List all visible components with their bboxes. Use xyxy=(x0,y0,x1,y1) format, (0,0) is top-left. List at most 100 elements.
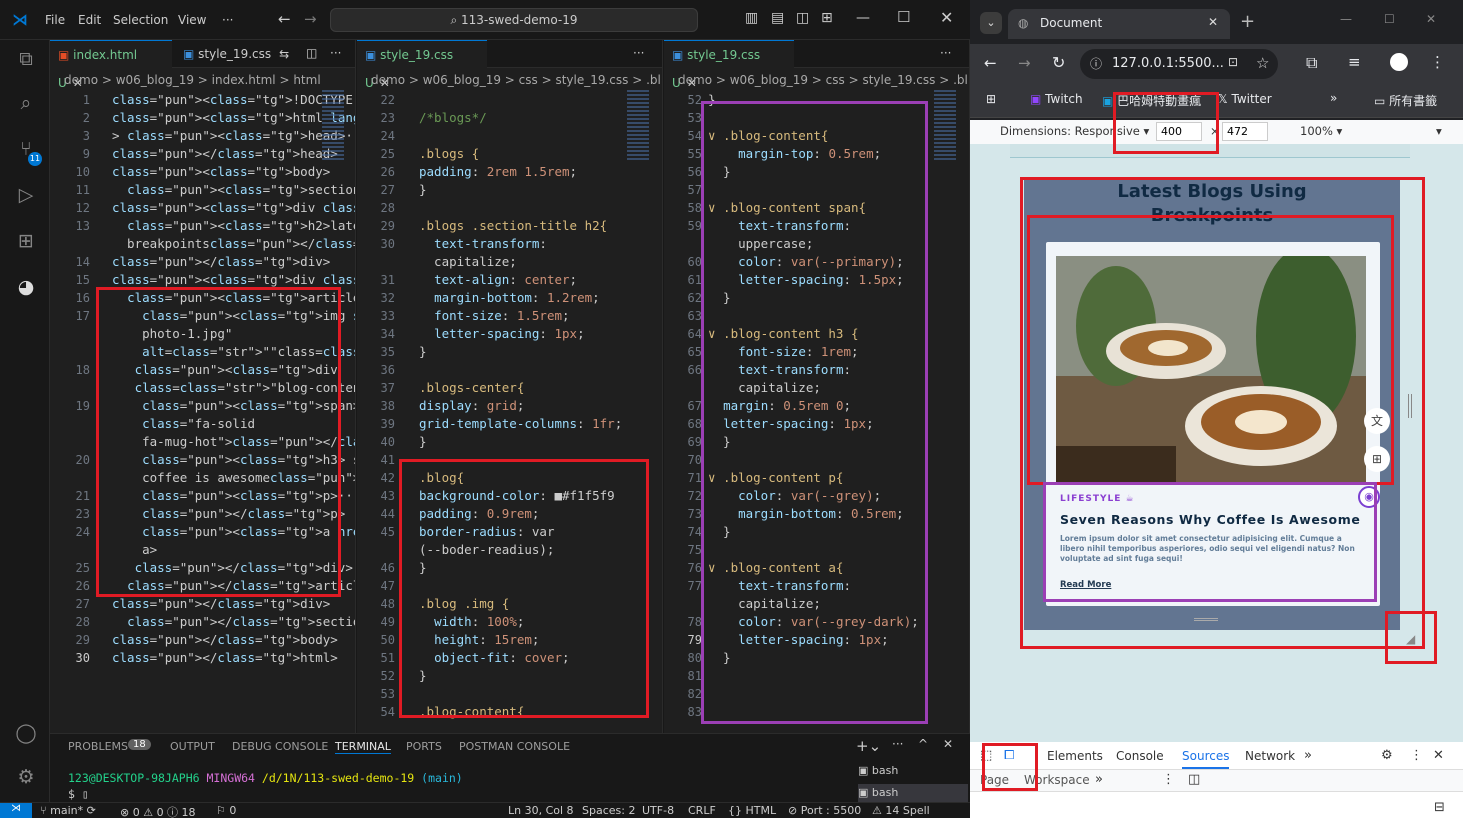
panel-more-icon[interactable]: ··· xyxy=(892,737,903,751)
forward-icon[interactable]: → xyxy=(1018,54,1031,72)
subtab-page[interactable]: Page xyxy=(980,773,1009,787)
translate-icon[interactable]: ⊡ xyxy=(1228,55,1238,69)
ports-status[interactable]: ⚐ 0 xyxy=(216,804,236,817)
menu-more[interactable]: ··· xyxy=(222,13,233,27)
code-line[interactable]: ∨ .blog-content span{ xyxy=(708,199,866,217)
resize-handle-right[interactable] xyxy=(1408,394,1412,418)
code-area[interactable]: 22 23 /*blogs*/ 24 25 .blogs {26 padding: 2rem… xyxy=(357,91,637,731)
code-line[interactable]: color: var(--grey-dark); xyxy=(708,613,919,631)
toggle-panel-icon[interactable]: ▤ xyxy=(771,10,784,26)
code-line[interactable]: letter-spacing: 1px; xyxy=(708,631,889,649)
breadcrumb[interactable]: demo > w06_blog_19 > css > style_19.css … xyxy=(664,70,969,90)
code-line[interactable]: uppercase; xyxy=(708,235,813,253)
settings-gear-icon[interactable]: ⚙ xyxy=(14,766,38,790)
indent-status[interactable]: Spaces: 2 xyxy=(582,804,635,817)
code-line[interactable]: class="pun"><class="tg">img src="./image… xyxy=(112,307,355,325)
read-more-link[interactable]: Read More xyxy=(1060,580,1111,590)
media-icon[interactable]: ≡ xyxy=(1348,53,1361,71)
drawer-icon[interactable]: ⊟ xyxy=(1434,800,1445,815)
code-line[interactable]: } xyxy=(708,289,731,307)
live-share-icon[interactable]: ◕ xyxy=(14,276,38,300)
devtools-tab-console[interactable]: Console xyxy=(1116,749,1164,763)
code-line[interactable]: class="pun"></class="tg">div> xyxy=(112,253,330,271)
panel-tab-output[interactable]: OUTPUT xyxy=(170,740,215,753)
toggle-sidebar-icon[interactable]: ▥ xyxy=(745,10,758,26)
translate-float-icon[interactable]: 文 xyxy=(1364,408,1390,434)
breadcrumb[interactable]: demo > w06_blog_19 > index.html > html xyxy=(50,70,355,90)
bookmark-star-icon[interactable]: ☆ xyxy=(1256,54,1269,72)
tab-search-icon[interactable]: ⌄ xyxy=(980,12,1002,34)
devtools-settings-icon[interactable]: ⚙ xyxy=(1381,748,1393,763)
code-line[interactable]: display: grid; xyxy=(419,397,524,415)
code-line[interactable]: } xyxy=(419,181,427,199)
code-line[interactable]: } xyxy=(419,433,427,451)
code-line[interactable]: class="pun"><class="tg">body> xyxy=(112,163,330,181)
device-options-icon[interactable]: ▾ xyxy=(1436,124,1442,138)
subtab-menu-icon[interactable]: ⋮ xyxy=(1162,772,1175,787)
live-server-status[interactable]: ⊘ Port : 5500 xyxy=(788,804,861,817)
code-line[interactable]: } xyxy=(708,433,731,451)
code-line[interactable]: class="pun"></class="tg">section> xyxy=(112,613,355,631)
code-line[interactable]: color: var(--grey); xyxy=(708,487,881,505)
more-bookmarks-icon[interactable]: » xyxy=(1330,91,1337,105)
code-area[interactable]: 52} 53 54 ∨ .blog-content{55 margin-top: 0.… xyxy=(664,91,944,731)
subtab-workspace[interactable]: Workspace xyxy=(1024,773,1090,787)
minimap[interactable] xyxy=(322,90,344,160)
code-line[interactable]: ∨ .blog-content p{ xyxy=(708,469,843,487)
panel-tab-debug-console[interactable]: DEBUG CONSOLE xyxy=(232,740,328,753)
code-line[interactable]: .blog .img { xyxy=(419,595,509,613)
assistant-float-icon[interactable]: ◉ xyxy=(1358,486,1380,508)
extensions-icon[interactable]: ⧉ xyxy=(1306,53,1317,73)
code-line[interactable]: class="pun"></class="tg">p> xyxy=(112,505,345,523)
device-toggle-icon[interactable]: ⧠ xyxy=(1004,748,1014,763)
bookmark-twitter[interactable]: 𝕏 Twitter xyxy=(1218,92,1272,106)
devtools-tab-network[interactable]: Network xyxy=(1245,749,1295,763)
maximize-icon[interactable]: ☐ xyxy=(1384,12,1395,26)
code-line[interactable]: color: var(--primary); xyxy=(708,253,904,271)
code-line[interactable]: class="pun"><class="tg">div xyxy=(112,361,338,379)
code-line[interactable]: capitalize; xyxy=(708,595,821,613)
back-arrow-icon[interactable]: ← xyxy=(278,10,291,28)
devtools-menu-icon[interactable]: ⋮ xyxy=(1410,748,1423,763)
code-line[interactable]: text-transform: xyxy=(708,577,851,595)
maximize-icon[interactable]: ☐ xyxy=(897,8,910,26)
devtools-tab-elements[interactable]: Elements xyxy=(1047,749,1103,763)
menu-edit[interactable]: Edit xyxy=(78,13,101,27)
code-line[interactable]: padding: 0.9rem; xyxy=(419,505,539,523)
code-line[interactable]: photo-1.jpg" xyxy=(112,325,232,343)
code-line[interactable]: text-transform: xyxy=(419,235,547,253)
terminal-list-item[interactable]: ▣ bash xyxy=(858,784,968,802)
terminal-list-item[interactable]: ▣ bash xyxy=(858,762,968,780)
code-line[interactable]: margin-bottom: 0.5rem; xyxy=(708,505,904,523)
more-subtabs-icon[interactable]: » xyxy=(1095,772,1103,787)
code-line[interactable]: font-size: 1rem; xyxy=(708,343,858,361)
tab-style-css[interactable]: ▣ style_19.css U ✕ xyxy=(664,40,794,90)
code-line[interactable]: .blog-content{ xyxy=(419,703,524,721)
devtools-tab-sources[interactable]: Sources xyxy=(1182,749,1230,769)
code-line[interactable]: class="pun"><class="tg">div class=class=… xyxy=(112,271,355,289)
code-line[interactable]: class="pun"><class="tg">article class=cl… xyxy=(112,289,355,307)
minimize-icon[interactable]: — xyxy=(1340,12,1352,26)
search-icon[interactable]: ⌕ xyxy=(14,92,38,116)
code-line[interactable]: class="pun"><class="tg">!DOCTYPE html> xyxy=(112,91,355,109)
apps-float-icon[interactable]: ⊞ xyxy=(1364,446,1390,472)
code-line[interactable]: class="pun"><class="tg">section class=cl… xyxy=(112,181,355,199)
maximize-panel-icon[interactable]: ^ xyxy=(918,737,928,751)
code-line[interactable]: background-color: ■#f1f5f9 xyxy=(419,487,615,505)
code-line[interactable]: padding: 2rem 1.5rem; xyxy=(419,163,577,181)
code-line[interactable]: } xyxy=(708,649,731,667)
code-line[interactable]: text-transform: xyxy=(708,361,851,379)
code-line[interactable]: } xyxy=(708,91,716,109)
new-tab-icon[interactable]: + xyxy=(1240,11,1255,32)
dimensions-select[interactable]: Dimensions: Responsive ▾ xyxy=(1000,124,1149,138)
code-line[interactable]: fa-mug-hot">class="pun"></class="tg">i>c… xyxy=(112,433,355,451)
bookmark-bahamut[interactable]: ▣ 巴哈姆特動畫瘋 xyxy=(1102,92,1201,109)
menu-file[interactable]: File xyxy=(45,13,65,27)
address-bar[interactable]: ⓘ 127.0.0.1:5500... ⊡ ☆ xyxy=(1080,49,1278,79)
code-line[interactable]: class="pun"></class="tg">div> xyxy=(112,595,330,613)
account-icon[interactable]: ◯ xyxy=(14,722,38,746)
code-line[interactable]: > class="pun"><class="tg">head>··· xyxy=(112,127,355,145)
language-status[interactable]: {} HTML xyxy=(728,804,776,817)
close-devtools-icon[interactable]: ✕ xyxy=(1433,748,1444,763)
code-line[interactable]: class="pun"></class="tg">body> xyxy=(112,631,338,649)
